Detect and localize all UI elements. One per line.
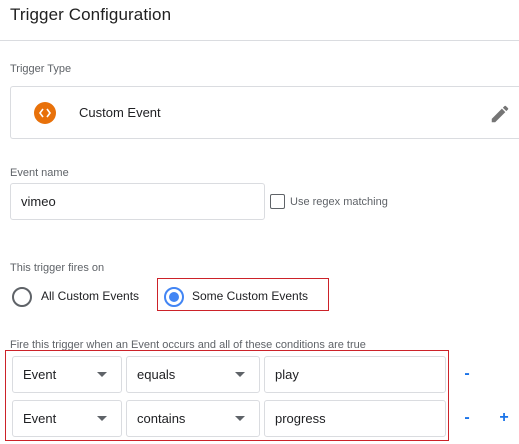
pencil-icon[interactable] bbox=[489, 103, 511, 125]
remove-condition-button[interactable]: - bbox=[461, 366, 473, 382]
condition-variable-select[interactable]: Event bbox=[12, 356, 122, 393]
radio-some-custom-events[interactable] bbox=[164, 287, 184, 307]
condition-operator-value: contains bbox=[137, 411, 186, 426]
trigger-type-label: Trigger Type bbox=[10, 63, 72, 75]
add-condition-button[interactable]: + bbox=[498, 410, 510, 426]
conditions-label: Fire this trigger when an Event occurs a… bbox=[10, 339, 366, 351]
radio-all-custom-events[interactable] bbox=[12, 287, 32, 307]
radio-some-custom-events-label: Some Custom Events bbox=[192, 289, 309, 303]
panel-title: Trigger Configuration bbox=[10, 5, 172, 24]
event-name-input[interactable] bbox=[10, 183, 265, 220]
regex-checkbox-label: Use regex matching bbox=[290, 196, 388, 208]
chevron-down-icon bbox=[97, 372, 107, 377]
event-name-label: Event name bbox=[10, 167, 69, 179]
chevron-down-icon bbox=[235, 416, 245, 421]
fires-on-label: This trigger fires on bbox=[10, 262, 105, 274]
condition-value-input[interactable] bbox=[264, 400, 446, 437]
condition-operator-select[interactable]: equals bbox=[126, 356, 260, 393]
remove-condition-button[interactable]: - bbox=[461, 410, 473, 426]
regex-checkbox[interactable] bbox=[270, 194, 285, 209]
radio-selected-dot bbox=[169, 292, 179, 302]
trigger-type-card[interactable]: Custom Event bbox=[10, 86, 519, 139]
condition-variable-value: Event bbox=[23, 411, 57, 426]
condition-operator-select[interactable]: contains bbox=[126, 400, 260, 437]
chevron-down-icon bbox=[97, 416, 107, 421]
chevron-down-icon bbox=[235, 372, 245, 377]
condition-variable-select[interactable]: Event bbox=[12, 400, 122, 437]
radio-all-custom-events-label: All Custom Events bbox=[41, 289, 140, 303]
title-divider bbox=[0, 40, 519, 41]
trigger-type-name: Custom Event bbox=[79, 105, 161, 120]
condition-operator-value: equals bbox=[137, 367, 176, 382]
code-brackets-icon bbox=[34, 102, 56, 124]
condition-value-input[interactable] bbox=[264, 356, 446, 393]
condition-variable-value: Event bbox=[23, 367, 57, 382]
